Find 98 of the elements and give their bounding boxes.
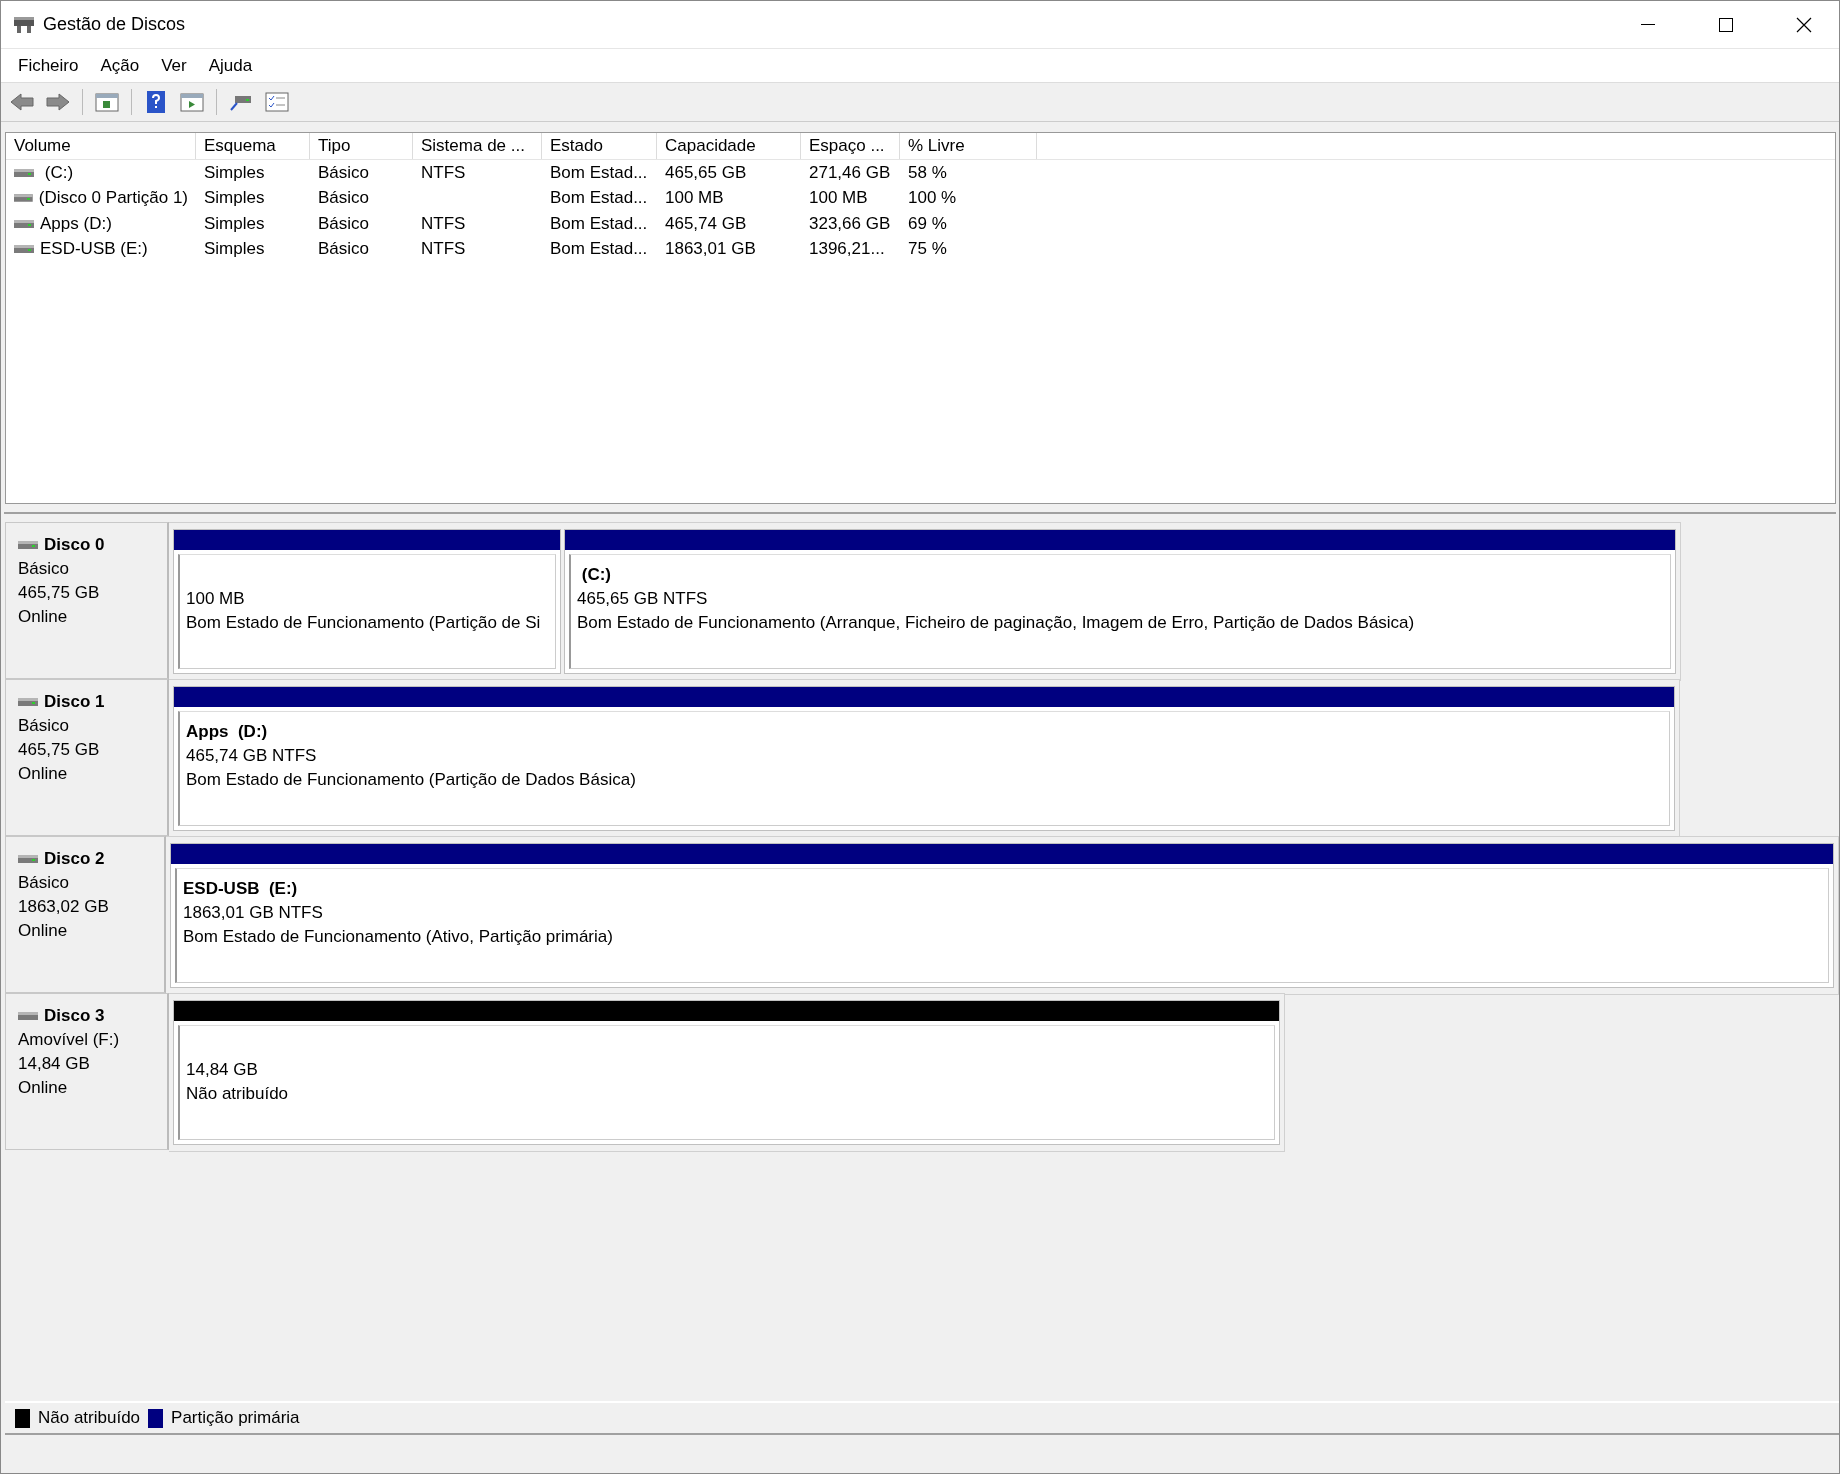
- disk-name: Disco 0: [44, 534, 105, 556]
- partition-block[interactable]: Apps (D:) 465,74 GB NTFS Bom Estado de Funcionamento (Partição de Dados Básica): [173, 686, 1675, 831]
- table-cell: Bom Estad...: [550, 239, 648, 260]
- disk-size: 1863,02 GB: [18, 896, 110, 918]
- disk-status: Online: [18, 606, 69, 628]
- disk-management-icon: [13, 14, 35, 35]
- disk-type: Básico: [18, 558, 71, 580]
- table-cell: 100 %: [908, 188, 957, 209]
- minimize-icon: [1641, 23, 1655, 26]
- column-header[interactable]: Capacidade: [657, 133, 801, 159]
- table-cell: NTFS: [421, 162, 466, 183]
- disk-type: Básico: [18, 872, 71, 894]
- table-cell: Básico: [318, 162, 370, 183]
- table-cell: 58 %: [908, 162, 947, 183]
- table-cell: Apps (D:): [40, 213, 112, 234]
- partition-size: 465,74 GB NTFS: [186, 745, 318, 767]
- drive-icon: [14, 167, 34, 178]
- column-header[interactable]: Sistema de ...: [413, 133, 542, 159]
- maximize-icon: [1719, 17, 1733, 32]
- table-cell: 323,66 GB: [809, 213, 891, 234]
- partition-size: 1863,01 GB NTFS: [183, 902, 324, 924]
- table-cell: NTFS: [421, 213, 466, 234]
- table-cell: ESD-USB (E:): [40, 239, 148, 260]
- partition-size: 100 MB: [186, 588, 246, 610]
- right-arrow-icon: [46, 92, 70, 112]
- partition-status: Não atribuído: [186, 1083, 290, 1105]
- column-header[interactable]: Volume: [6, 133, 196, 159]
- table-cell: 100 MB: [809, 188, 868, 209]
- partition-status: Bom Estado de Funcionamento (Arranque, Ficheiro de paginação, Imagem de Erro, Partição de Dados Básica): [577, 612, 1416, 634]
- table-cell: Básico: [318, 213, 370, 234]
- table-cell: 75 %: [908, 239, 947, 260]
- close-icon: [1796, 16, 1812, 33]
- partition-size: 465,65 GB NTFS: [577, 588, 709, 610]
- disk-size: 465,75 GB: [18, 739, 101, 761]
- disk-info-panel[interactable]: Disco 2 Básico 1863,02 GB Online: [5, 836, 166, 993]
- table-cell: Simples: [204, 188, 265, 209]
- menu-item[interactable]: Ação: [89, 51, 151, 80]
- checklist-icon: [265, 92, 289, 112]
- legend-label: Não atribuído: [38, 1408, 141, 1428]
- left-arrow-icon: [10, 92, 34, 112]
- column-header[interactable]: Esquema: [196, 133, 310, 159]
- disk-info-panel[interactable]: Disco 0 Básico 465,75 GB Online: [5, 522, 169, 679]
- window-pane-icon: [95, 92, 119, 112]
- table-cell: Simples: [204, 213, 265, 234]
- disk-type: Básico: [18, 715, 71, 737]
- table-cell: Bom Estad...: [550, 213, 648, 234]
- disk-name: Disco 3: [44, 1005, 105, 1027]
- partition-label: Apps (D:): [186, 721, 269, 743]
- disk-size: 14,84 GB: [18, 1053, 91, 1075]
- table-cell-text: (C:): [43, 162, 74, 183]
- partition-size: 14,84 GB: [186, 1059, 259, 1081]
- window-title: Gestão de Discos: [43, 14, 187, 35]
- table-cell: 1863,01 GB: [665, 239, 756, 260]
- disk-status: Online: [18, 1077, 69, 1099]
- drive-icon: [14, 193, 33, 204]
- table-cell: Simples: [204, 162, 265, 183]
- partition-block[interactable]: 14,84 GB Não atribuído: [173, 1000, 1280, 1145]
- table-cell: 1396,21...: [809, 239, 885, 260]
- column-header[interactable]: Espaço ...: [801, 133, 900, 159]
- partition-label: (C:): [580, 564, 612, 586]
- partition-label: ESD-USB (E:): [183, 878, 299, 900]
- table-cell: Bom Estad...: [550, 188, 648, 209]
- table-cell: Bom Estad...: [550, 162, 648, 183]
- table-cell: Simples: [204, 239, 265, 260]
- menu-item[interactable]: Ver: [150, 51, 198, 80]
- disk-info-panel[interactable]: Disco 1 Básico 465,75 GB Online: [5, 679, 169, 836]
- partition-status: Bom Estado de Funcionamento (Partição de Dados Básica): [186, 769, 637, 791]
- table-cell: (Disco 0 Partição 1): [38, 188, 188, 209]
- table-cell: 465,74 GB: [665, 213, 747, 234]
- legend-label: Partição primária: [171, 1408, 300, 1428]
- partition-status: Bom Estado de Funcionamento (Partição de Si: [186, 612, 542, 634]
- disk-status: Online: [18, 763, 69, 785]
- table-cell: 465,65 GB: [665, 162, 747, 183]
- table-cell: 100 MB: [665, 188, 724, 209]
- table-cell: 69 %: [908, 213, 947, 234]
- table-cell: Básico: [318, 188, 370, 209]
- help-icon: [146, 90, 166, 114]
- disk-info-panel[interactable]: Disco 3 Amovível (F:) 14,84 GB Online: [5, 993, 169, 1150]
- partition-block[interactable]: 100 MB Bom Estado de Funcionamento (Partição de Si: [173, 529, 561, 674]
- drive-icon: [14, 244, 34, 255]
- disk-status: Online: [18, 920, 69, 942]
- column-header[interactable]: Estado: [542, 133, 657, 159]
- disk-name: Disco 2: [44, 848, 105, 870]
- partition-status: Bom Estado de Funcionamento (Ativo, Partição primária): [183, 926, 614, 948]
- column-header[interactable]: Tipo: [310, 133, 413, 159]
- disk-name: Disco 1: [44, 691, 105, 713]
- menu-item[interactable]: Ficheiro: [7, 51, 90, 80]
- disk-size: 465,75 GB: [18, 582, 101, 604]
- partition-block[interactable]: (C:) 465,65 GB NTFS Bom Estado de Funcionamento (Arranque, Ficheiro de paginação, Imagem de Erro, Partição de Dados Básica): [564, 529, 1676, 674]
- table-cell: NTFS: [421, 239, 466, 260]
- window-pane-icon: [180, 92, 204, 112]
- table-cell: 271,46 GB: [809, 162, 891, 183]
- disk-type: Amovível (F:): [18, 1029, 121, 1051]
- partition-block[interactable]: ESD-USB (E:) 1863,01 GB NTFS Bom Estado de Funcionamento (Ativo, Partição primária): [170, 843, 1834, 988]
- drive-icon: [14, 218, 34, 229]
- column-header[interactable]: % Livre: [900, 133, 1037, 159]
- menu-item[interactable]: Ajuda: [197, 51, 264, 80]
- table-cell: Básico: [318, 239, 370, 260]
